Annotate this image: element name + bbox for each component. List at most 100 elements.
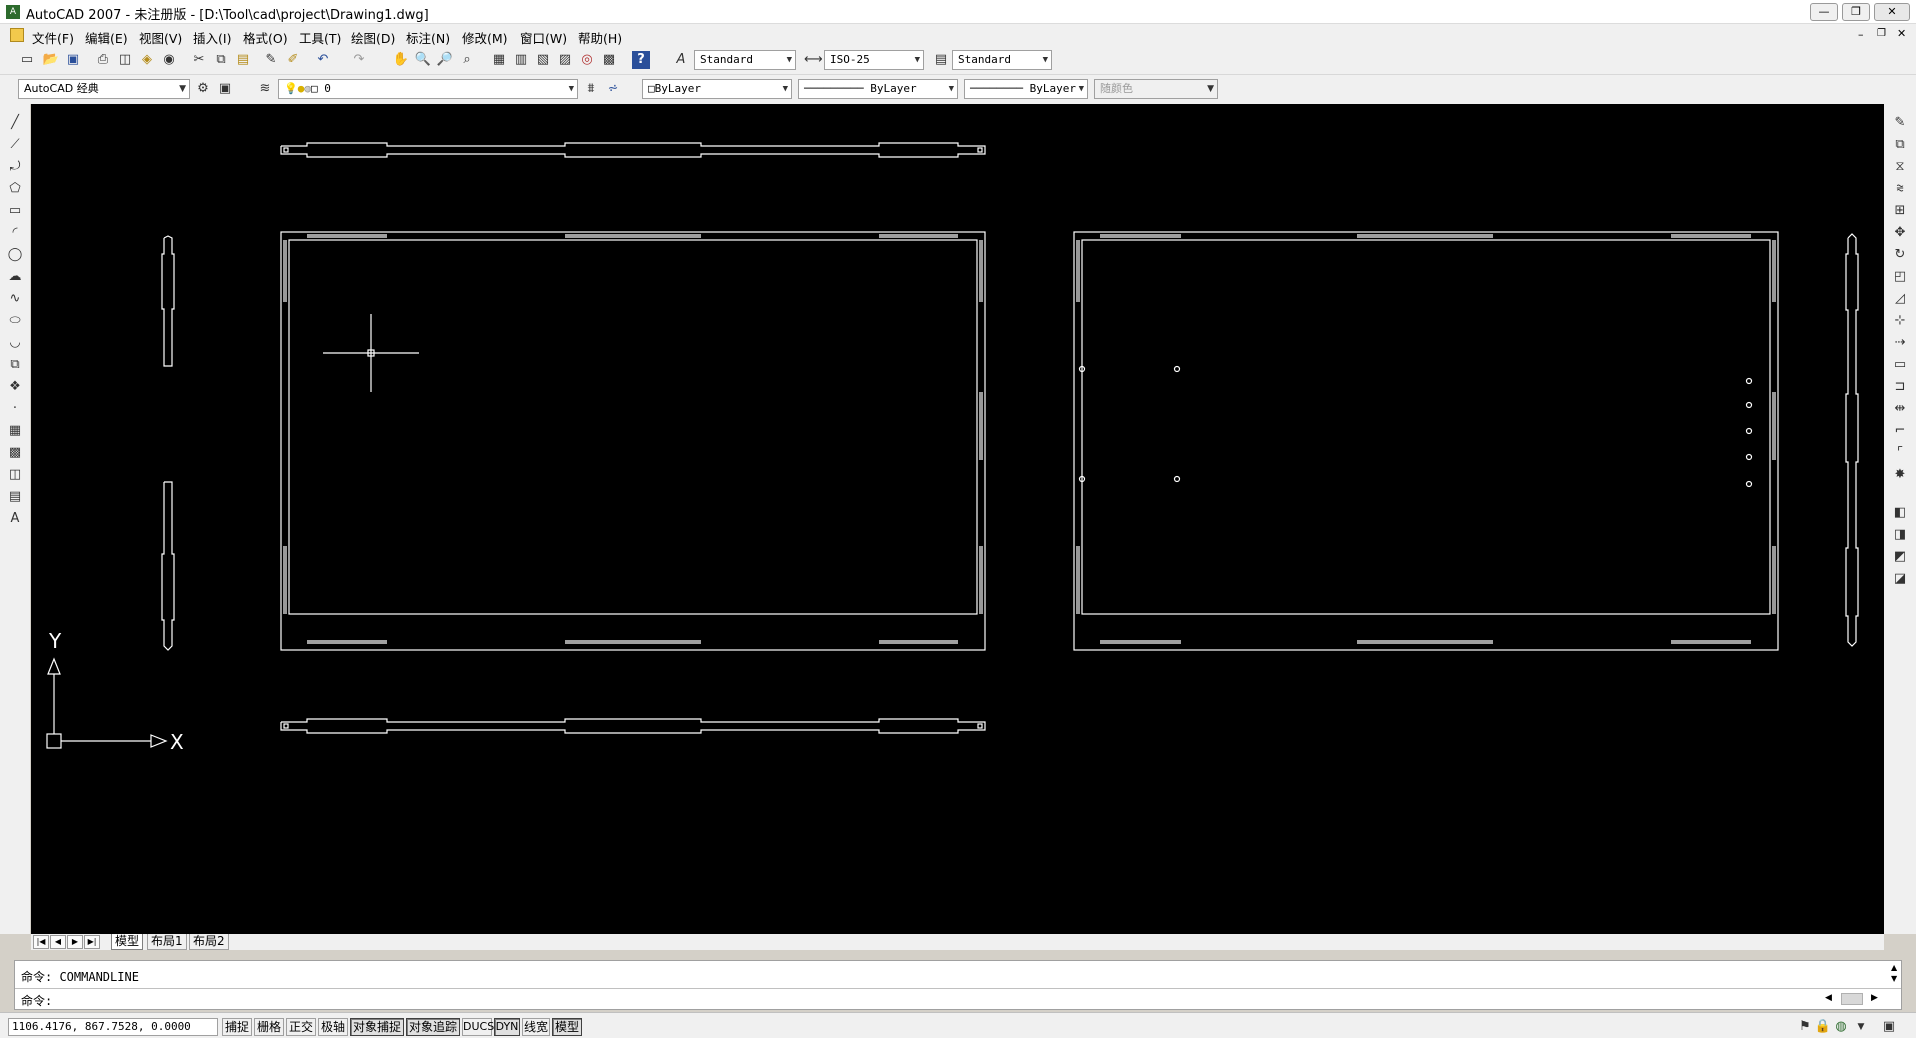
plot-preview-icon[interactable]: ◫ [116,51,134,69]
multiline-text-icon[interactable]: A [6,510,24,528]
scroll-left-icon[interactable]: ◀ [1825,993,1832,1003]
move-icon[interactable]: ✥ [1891,224,1909,242]
point-icon[interactable]: · [6,400,24,418]
bring-above-icon[interactable]: ◩ [1891,548,1909,566]
gradient-icon[interactable]: ▩ [6,444,24,462]
polar-toggle[interactable]: 极轴 [318,1018,348,1036]
table-style-icon[interactable]: ▤ [932,51,950,69]
linetype-select[interactable]: ───────── ByLayer ▼ [798,79,958,99]
make-current-icon[interactable]: ⩩ [582,80,600,98]
array-icon[interactable]: ⊞ [1891,202,1909,220]
sheet-set-icon[interactable]: ▨ [556,51,574,69]
menu-dimension[interactable]: 标注(N) [406,28,450,47]
tray-menu-icon[interactable]: ▼ [1852,1018,1870,1036]
table-icon[interactable]: ▤ [6,488,24,506]
drawing-canvas[interactable]: Y X [31,104,1884,934]
rotate-icon[interactable]: ↻ [1891,246,1909,264]
calculator-icon[interactable]: ▩ [600,51,618,69]
command-prompt[interactable]: 命令: [21,992,52,1009]
arc-icon[interactable]: ◜ [6,224,24,242]
region-icon[interactable]: ◫ [6,466,24,484]
menu-modify[interactable]: 修改(M) [462,28,508,47]
match-properties-icon[interactable]: ✎ [262,51,280,69]
lineweight-toggle[interactable]: 线宽 [522,1018,550,1036]
menu-window[interactable]: 窗口(W) [520,28,567,47]
polyline-icon[interactable]: ⤾ [6,158,24,176]
mirror-icon[interactable]: ⧖ [1891,158,1909,176]
menu-view[interactable]: 视图(V) [139,28,182,47]
save-icon[interactable]: ▣ [64,51,82,69]
block-editor-icon[interactable]: ✐ [284,51,302,69]
workspace-select[interactable]: AutoCAD 经典 ▼ [18,79,190,99]
erase-icon[interactable]: ✎ [1891,114,1909,132]
redo-icon[interactable]: ↷ [350,51,368,69]
send-to-back-icon[interactable]: ◨ [1891,526,1909,544]
scroll-thumb[interactable] [1841,993,1863,1005]
undo-icon[interactable]: ↶ [314,51,332,69]
revision-cloud-icon[interactable]: ☁ [6,268,24,286]
polygon-icon[interactable]: ⬠ [6,180,24,198]
menu-help[interactable]: 帮助(H) [578,28,622,47]
ellipse-icon[interactable]: ⬭ [6,312,24,330]
close-button[interactable]: ✕ [1874,3,1910,21]
pan-icon[interactable]: ✋ [392,51,410,69]
zoom-realtime-icon[interactable]: 🔍 [414,51,432,69]
dyn-toggle[interactable]: DYN [494,1018,520,1036]
ellipse-arc-icon[interactable]: ◡ [6,334,24,352]
offset-icon[interactable]: ⩬ [1891,180,1909,198]
text-style-select[interactable]: Standard ▼ [694,50,796,70]
customize-icon[interactable]: ▣ [216,80,234,98]
circle-icon[interactable]: ◯ [6,246,24,264]
osnap-toggle[interactable]: 对象捕捉 [350,1018,404,1036]
line-icon[interactable]: ╱ [6,114,24,132]
table-style-select[interactable]: Standard ▼ [952,50,1052,70]
tab-layout1[interactable]: 布局1 [147,934,187,950]
grid-toggle[interactable]: 栅格 [254,1018,284,1036]
chamfer-icon[interactable]: ⌐ [1891,422,1909,440]
paste-icon[interactable]: ▤ [234,51,252,69]
stretch-icon[interactable]: ◿ [1891,290,1909,308]
bring-to-front-icon[interactable]: ◧ [1891,504,1909,522]
otrack-toggle[interactable]: 对象追踪 [406,1018,460,1036]
lock-icon[interactable]: 🔒 [1814,1018,1832,1036]
properties-icon[interactable]: ▦ [490,51,508,69]
break-at-point-icon[interactable]: ▭ [1891,356,1909,374]
minimize-button[interactable]: — [1810,3,1838,21]
3d-dwf-icon[interactable]: ◉ [160,51,178,69]
doc-close-button[interactable]: ✕ [1897,27,1906,40]
copy-icon[interactable]: ⧉ [212,51,230,69]
tab-last-button[interactable]: ▶| [84,935,100,949]
cut-icon[interactable]: ✂ [190,51,208,69]
tab-layout2[interactable]: 布局2 [189,934,229,950]
fillet-icon[interactable]: ⌜ [1891,444,1909,462]
menu-format[interactable]: 格式(O) [243,28,288,47]
construction-line-icon[interactable]: ⟋ [6,136,24,154]
hatch-icon[interactable]: ▦ [6,422,24,440]
menu-tools[interactable]: 工具(T) [299,28,341,47]
tool-palettes-icon[interactable]: ▧ [534,51,552,69]
layer-previous-icon[interactable]: ⩫ [604,80,622,98]
markup-icon[interactable]: ◎ [578,51,596,69]
make-block-icon[interactable]: ❖ [6,378,24,396]
new-icon[interactable]: ▭ [18,51,36,69]
maximize-button[interactable]: ❐ [1842,3,1870,21]
scale-icon[interactable]: ◰ [1891,268,1909,286]
coordinate-readout[interactable]: 1106.4176, 867.7528, 0.0000 [8,1018,218,1036]
color-select[interactable]: □ByLayer ▼ [642,79,792,99]
zoom-previous-icon[interactable]: ⌕ [458,51,476,69]
ortho-toggle[interactable]: 正交 [286,1018,316,1036]
doc-restore-button[interactable]: ❐ [1877,28,1886,39]
tab-model[interactable]: 模型 [111,934,144,950]
ducs-toggle[interactable]: DUCS [462,1018,494,1036]
insert-block-icon[interactable]: ⧉ [6,356,24,374]
snap-toggle[interactable]: 捕捉 [222,1018,252,1036]
text-style-icon[interactable]: A [672,51,690,69]
communication-center-icon[interactable]: ⚑ [1796,1018,1814,1036]
menu-file[interactable]: 文件(F) [32,28,74,47]
dim-style-icon[interactable]: ⟷ [804,51,823,69]
menu-draw[interactable]: 绘图(D) [351,28,395,47]
trim-icon[interactable]: ⊹ [1891,312,1909,330]
send-under-icon[interactable]: ◪ [1891,570,1909,588]
tab-prev-button[interactable]: ◀ [50,935,66,949]
workspace-settings-icon[interactable]: ⚙ [194,80,212,98]
